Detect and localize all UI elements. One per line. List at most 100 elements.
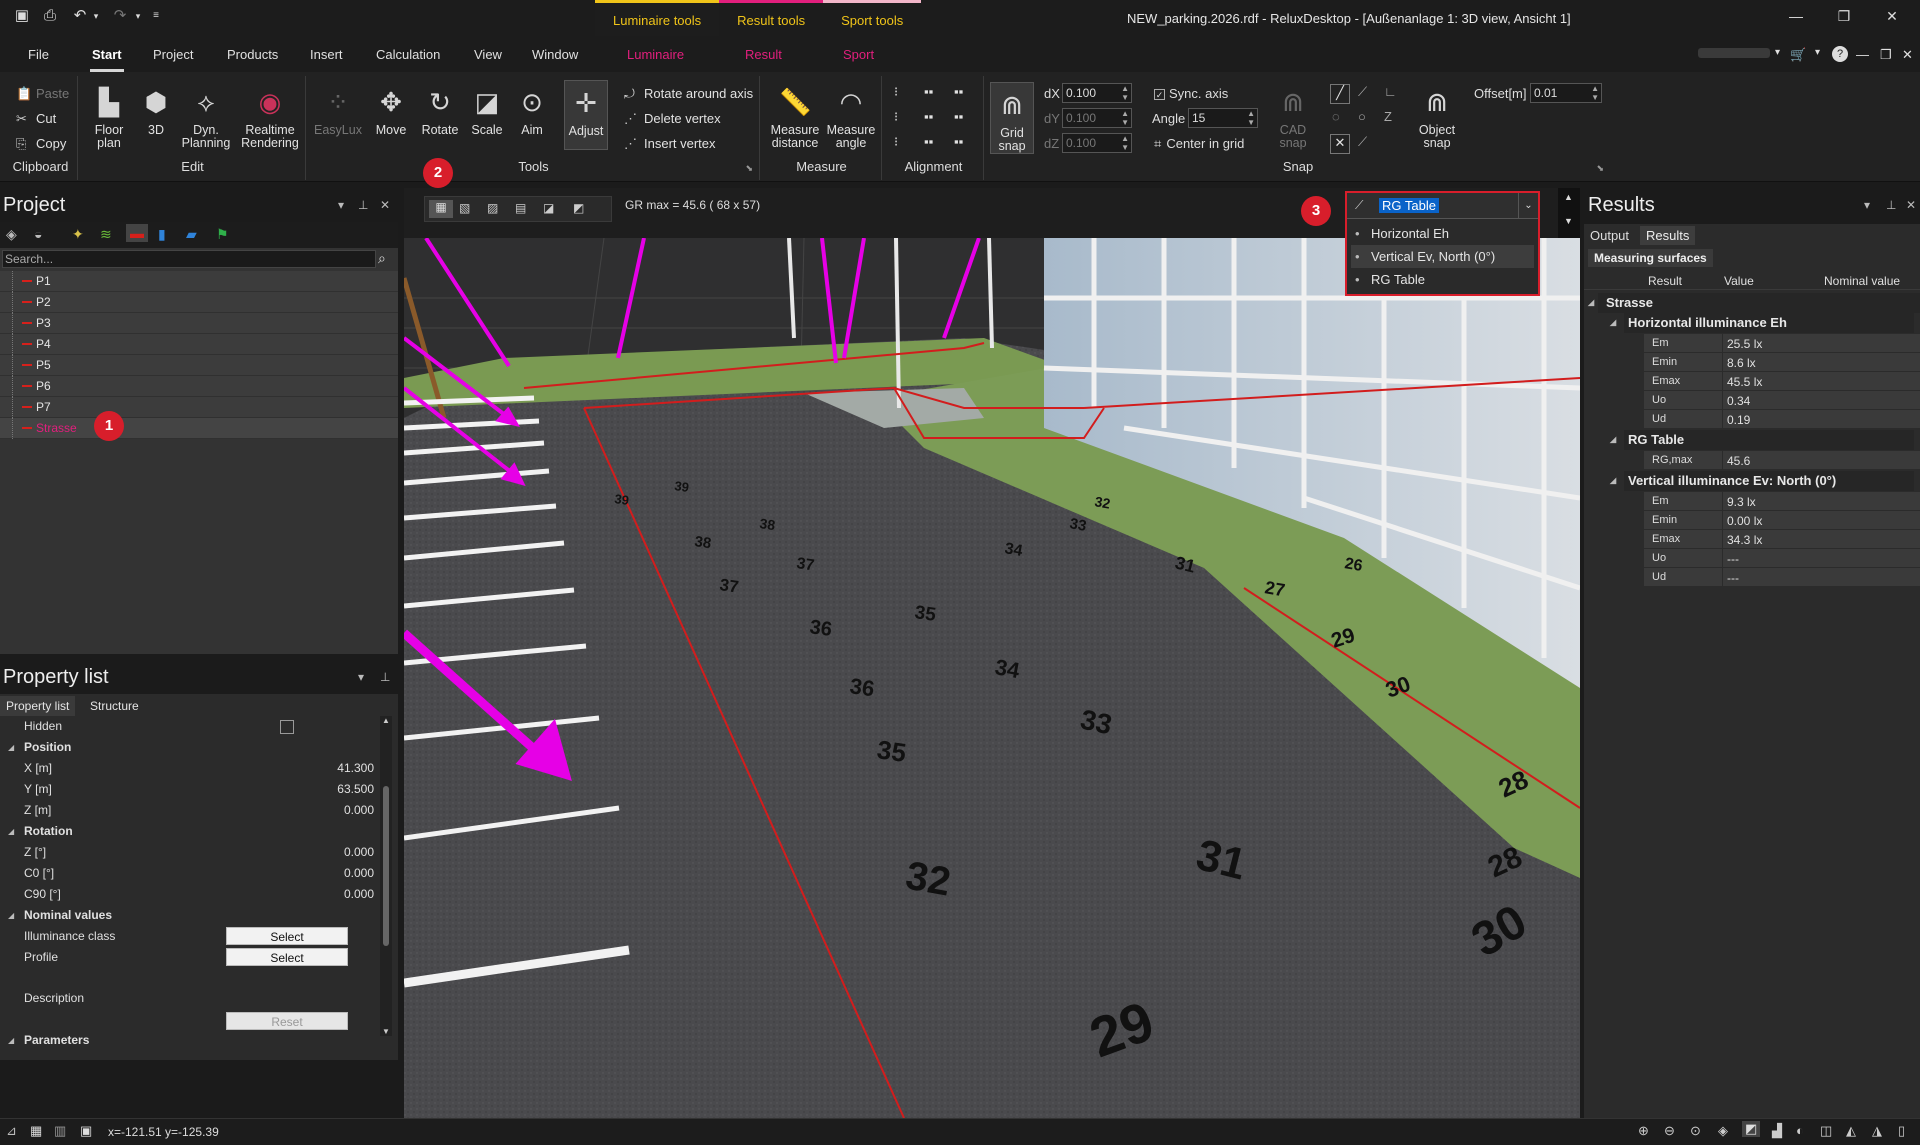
prop-nominal-section[interactable]: Nominal values [0, 905, 380, 926]
view-grey-icon[interactable]: ▤ [515, 201, 526, 215]
menu-luminaire[interactable]: Luminaire [627, 47, 684, 62]
snap-perpendicular-icon[interactable]: ∟ [1384, 84, 1397, 99]
align-bottom-icon[interactable]: ⁝ [894, 134, 898, 150]
scroll-down-icon[interactable]: ▼ [1564, 216, 1573, 226]
center-in-grid-button[interactable]: ⌗ Center in grid [1154, 136, 1244, 152]
snap-line-icon[interactable]: ╱ [1330, 84, 1350, 104]
sphere-icon[interactable]: ◐ [1796, 1123, 1804, 1138]
dz-spinner-icon[interactable]: ▲ ▼ [1121, 134, 1129, 152]
align-right-icon[interactable]: ▪▪ [924, 134, 933, 149]
measure-distance-button[interactable]: 📏 Measure distance [768, 86, 822, 150]
easylux-button[interactable]: ⁘ EasyLux [312, 86, 364, 137]
prop-rot-z[interactable]: Z [°] 0.000 [0, 842, 380, 863]
emergency-exit-icon[interactable]: ⚑ [216, 226, 229, 243]
account-dropdown-icon[interactable]: ▾ [1775, 47, 1780, 58]
minimize-icon[interactable]: — [1784, 8, 1808, 28]
align-middle-icon[interactable]: ⁝ [894, 109, 898, 125]
option-horizontal-eh[interactable]: Horizontal Eh [1351, 222, 1534, 245]
scroll-down-icon[interactable]: ▼ [382, 1027, 390, 1036]
tree-item-p1[interactable]: P1 [0, 271, 398, 292]
results-panel-close-icon[interactable]: ✕ [1906, 198, 1916, 212]
move-button[interactable]: ✥ Move [370, 86, 412, 137]
user-account[interactable] [1698, 48, 1770, 58]
snap-tangent-icon[interactable]: ⟋ [1358, 134, 1367, 150]
redo-icon[interactable]: ↷ [110, 6, 130, 26]
dy-input[interactable]: 0.100 ▲ ▼ [1062, 108, 1132, 128]
angle-spinner-icon[interactable]: ▲ ▼ [1247, 109, 1255, 127]
menu-file[interactable]: File [28, 47, 49, 62]
tree-item-p6[interactable]: P6 [0, 376, 398, 397]
angle-input[interactable]: 15 ▲ ▼ [1188, 108, 1258, 128]
camera-icon[interactable]: ◫ [1820, 1123, 1832, 1139]
tree-item-p3[interactable]: P3 [0, 313, 398, 334]
prop-parameters-section[interactable]: Parameters [0, 1030, 380, 1051]
insert-vertex-button[interactable]: ⋰ Insert vertex [624, 136, 716, 152]
project-panel-close-icon[interactable]: ✕ [380, 198, 390, 212]
object-snap-button[interactable]: ⋒ Object snap [1412, 86, 1462, 150]
adjust-button[interactable]: ✛ Adjust [564, 80, 608, 150]
result-type-dropdown[interactable]: ⟋ RG Table ⌄ Horizontal Eh Vertical Ev, … [1345, 191, 1540, 296]
prop-c0[interactable]: C0 [°] 0.000 [0, 863, 380, 884]
tab-sport-tools[interactable]: Sport tools [823, 0, 922, 36]
menu-products[interactable]: Products [227, 47, 278, 62]
menu-view[interactable]: View [474, 47, 502, 62]
view-falsecolor-icon[interactable]: ▨ [487, 201, 498, 215]
view-surface-icon[interactable]: ◩ [573, 201, 584, 215]
illuminance-class-select-button[interactable]: Select [226, 927, 348, 945]
dx-input[interactable]: 0.100 ▲ ▼ [1062, 83, 1132, 103]
3d-button[interactable]: ⬢ 3D [136, 86, 176, 137]
reset-button[interactable]: Reset [226, 1012, 348, 1030]
property-panel-menu-icon[interactable]: ▾ [358, 670, 364, 684]
snap-endpoint-icon[interactable]: ⟋ [1358, 84, 1367, 100]
option-vertical-ev-north[interactable]: Vertical Ev, North (0°) [1351, 245, 1534, 268]
group-rg-table[interactable]: ◢ RG Table [1610, 430, 1914, 450]
zoom-in-icon[interactable]: ⊕ [1638, 1123, 1649, 1139]
offset-spinner-icon[interactable]: ▲ ▼ [1591, 84, 1599, 102]
scroll-thumb[interactable] [383, 786, 389, 946]
tools-dialog-launcher-icon[interactable]: ⬊ [745, 163, 753, 174]
realtime-rendering-button[interactable]: ◉ Realtime Rendering [236, 86, 304, 150]
aim-button[interactable]: ⊙ Aim [514, 86, 550, 137]
paste-button[interactable]: 📋 Paste [16, 86, 69, 102]
tab-property-list[interactable]: Property list [0, 696, 76, 716]
group-horizontal-eh[interactable]: ◢ Horizontal illuminance Eh [1610, 313, 1914, 333]
mdi-close-icon[interactable]: ✕ [1902, 47, 1913, 63]
split-view-icon[interactable]: ▥ [54, 1123, 66, 1139]
car-icon[interactable]: ▰ [186, 226, 197, 243]
scale-button[interactable]: ◪ Scale [466, 86, 508, 137]
tab-structure[interactable]: Structure [88, 696, 141, 716]
menu-project[interactable]: Project [153, 47, 193, 62]
zoom-out-icon[interactable]: ⊖ [1664, 1123, 1675, 1139]
snap-intersection-icon[interactable]: ✕ [1330, 134, 1350, 154]
snap-circle-icon[interactable]: ○ [1358, 109, 1366, 124]
3d-viewport[interactable]: 39 39 38 38 37 37 36 36 35 35 34 34 33 3… [404, 238, 1580, 1118]
cart-icon[interactable]: 🛒 [1790, 47, 1806, 63]
option-rg-table[interactable]: RG Table [1351, 268, 1534, 291]
rotate-around-axis-button[interactable]: ⤾ Rotate around axis [624, 86, 753, 102]
surface-strasse[interactable]: ◢ Strasse [1588, 293, 1920, 313]
result-type-select[interactable]: ⟋ RG Table ⌄ [1347, 193, 1538, 219]
help-icon[interactable]: ? [1832, 46, 1848, 62]
align-center-icon[interactable]: ▪▪ [924, 109, 933, 124]
close-icon[interactable]: ✕ [1880, 8, 1904, 28]
dyn-planning-button[interactable]: ⟡ Dyn. Planning [176, 86, 236, 150]
group-vertical-ev[interactable]: ◢ Vertical illuminance Ev: North (0°) [1610, 471, 1914, 491]
menu-result[interactable]: Result [745, 47, 782, 62]
rotate-button[interactable]: ↻ Rotate [416, 86, 464, 137]
profile-select-button[interactable]: Select [226, 948, 348, 966]
menu-insert[interactable]: Insert [310, 47, 343, 62]
tree-item-strasse[interactable]: Strasse [0, 418, 398, 439]
property-scrollbar[interactable]: ▲ ▼ [380, 716, 392, 1036]
light-icon[interactable]: ◭ [1846, 1123, 1856, 1139]
surface-icon[interactable]: ◒ [34, 226, 42, 242]
view-graph-icon[interactable]: ◪ [543, 201, 554, 215]
grid-snap-button[interactable]: ⋒ Grid snap [990, 82, 1034, 154]
redo-dropdown-icon[interactable]: ▾ [128, 6, 148, 26]
layers-icon[interactable]: ◈ [6, 226, 17, 243]
prop-z[interactable]: Z [m] 0.000 [0, 800, 380, 821]
copy-button[interactable]: ⎘ Copy [16, 136, 66, 152]
distribute-h-icon[interactable]: ▪▪ [954, 84, 963, 99]
picture-view-icon[interactable]: ▣ [80, 1123, 92, 1139]
tab-results[interactable]: Results [1640, 226, 1696, 245]
snap-center-icon[interactable]: ◌ [1332, 109, 1340, 124]
